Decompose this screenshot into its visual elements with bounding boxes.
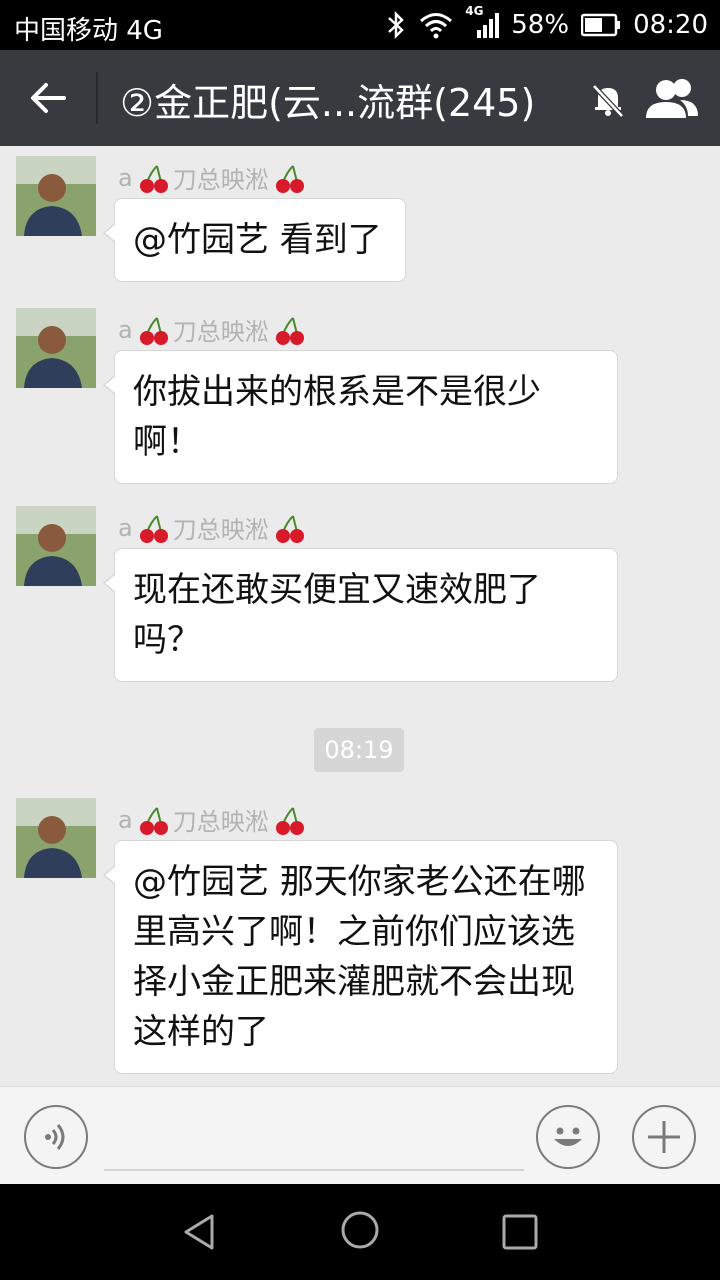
message-bubble[interactable]: @竹园艺 看到了 <box>103 198 406 282</box>
status-bar: 中国移动 4G 4G 58% 08:20 <box>0 0 720 50</box>
system-nav-bar <box>0 1184 720 1280</box>
sender-name: a 刀总映淞 <box>118 312 305 347</box>
cherry-icon <box>139 806 168 835</box>
chat-header: ②金正肥(云...流群(245) <box>0 50 720 146</box>
avatar[interactable] <box>16 156 96 236</box>
mute-bell-icon <box>592 84 624 118</box>
message-input[interactable] <box>104 1109 524 1171</box>
sender-name: a 刀总映淞 <box>118 510 305 545</box>
more-button[interactable] <box>632 1105 696 1169</box>
nav-home-icon[interactable] <box>340 1210 380 1250</box>
cherry-icon <box>139 164 168 193</box>
message-bubble[interactable]: 现在还敢买便宜又速效肥了吗？ <box>103 548 618 682</box>
nav-recent-apps-icon[interactable] <box>500 1212 540 1252</box>
input-bar <box>0 1086 720 1185</box>
clock: 08:20 <box>633 10 708 40</box>
battery-percent: 58% <box>511 10 570 40</box>
cherry-icon <box>139 316 168 345</box>
avatar[interactable] <box>16 798 96 878</box>
sender-label: 刀总映淞 <box>172 318 269 346</box>
wifi-icon <box>420 13 453 39</box>
chat-title: ②金正肥(云...流群(245) <box>120 81 536 125</box>
cherry-icon <box>275 806 304 835</box>
message-bubble[interactable]: 你拔出来的根系是不是很少啊！ <box>103 350 618 484</box>
header-divider <box>96 72 98 124</box>
battery-icon <box>581 13 621 37</box>
sender-label: 刀总映淞 <box>172 166 269 194</box>
cherry-icon <box>275 514 304 543</box>
sender-prefix: a <box>118 805 133 834</box>
sender-prefix: a <box>118 513 133 542</box>
sender-name: a 刀总映淞 <box>118 160 305 195</box>
bluetooth-icon <box>388 10 405 40</box>
back-arrow-icon[interactable] <box>28 78 68 118</box>
time-divider: 08:19 <box>314 728 404 772</box>
sender-label: 刀总映淞 <box>172 516 269 544</box>
nav-back-icon[interactable] <box>180 1212 220 1252</box>
avatar[interactable] <box>16 308 96 388</box>
voice-icon <box>45 1124 65 1150</box>
chat-area[interactable]: a 刀总映淞 @竹园艺 看到了 a 刀总映淞 你拔出来的根系是不是很少啊！ a … <box>0 146 720 1086</box>
plus-icon <box>648 1121 680 1153</box>
cherry-icon <box>139 514 168 543</box>
sender-name: a 刀总映淞 <box>118 802 305 837</box>
signal-icon: 4G <box>465 4 500 40</box>
smiley-icon <box>554 1127 582 1146</box>
avatar[interactable] <box>16 506 96 586</box>
carrier-label: 中国移动 4G <box>14 16 163 46</box>
sender-label: 刀总映淞 <box>172 808 269 836</box>
sender-prefix: a <box>118 315 133 344</box>
cherry-icon <box>275 316 304 345</box>
group-members-icon[interactable] <box>644 76 700 120</box>
status-icons: 4G 58% 08:20 <box>385 4 708 40</box>
sender-prefix: a <box>118 163 133 192</box>
cherry-icon <box>275 164 304 193</box>
emoji-button[interactable] <box>536 1105 600 1169</box>
message-bubble[interactable]: @竹园艺 那天你家老公还在哪里高兴了啊！之前你们应该选择小金正肥来灌肥就不会出现… <box>103 840 618 1074</box>
voice-button[interactable] <box>24 1105 88 1169</box>
